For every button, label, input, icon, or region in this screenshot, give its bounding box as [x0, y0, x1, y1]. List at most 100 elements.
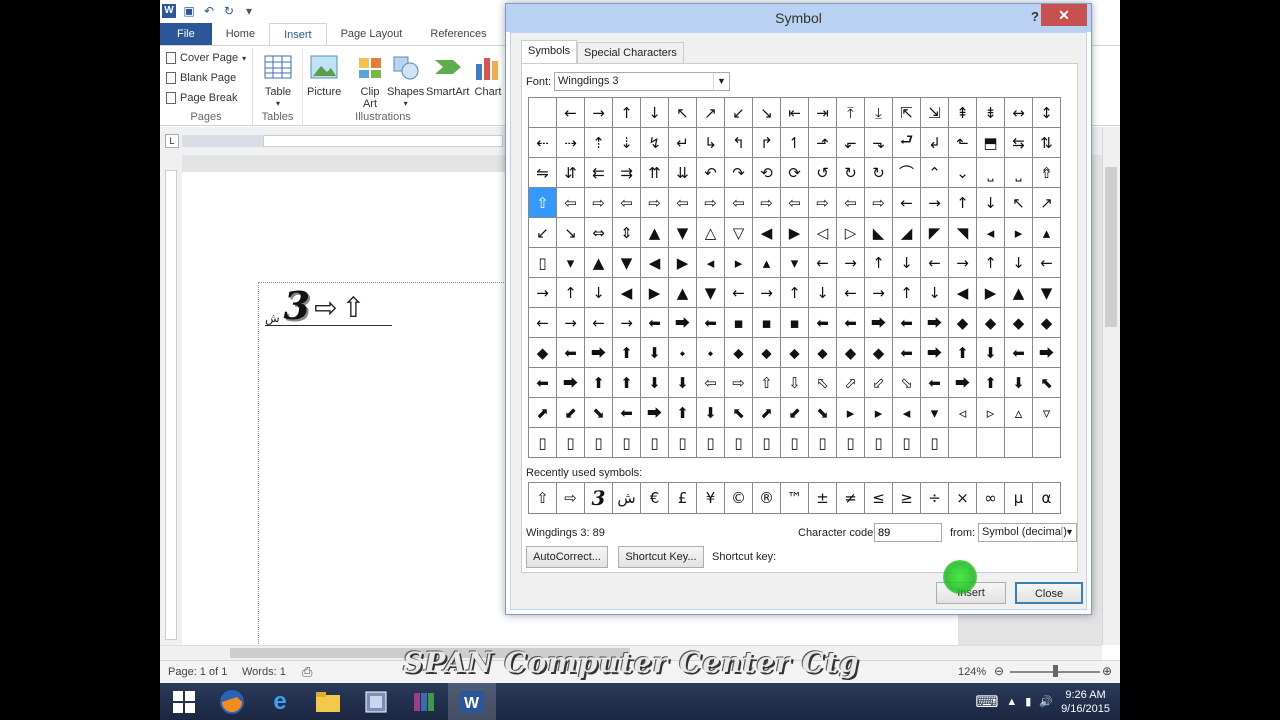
symbol-cell[interactable]: ← [837, 278, 865, 308]
tab-file[interactable]: File [160, 23, 212, 45]
symbol-cell[interactable]: ⮕ [557, 368, 585, 398]
symbol-cell[interactable]: ⇨ [697, 188, 725, 218]
symbol-cell[interactable]: ⇨ [725, 368, 753, 398]
symbol-cell[interactable]: ⬩ [669, 338, 697, 368]
symbol-cell[interactable]: ⬆ [669, 398, 697, 428]
shapes-button[interactable]: Shapes ▾ [387, 52, 424, 110]
symbol-cell[interactable]: ▸ [837, 398, 865, 428]
symbol-cell[interactable]: ⮕ [949, 368, 977, 398]
symbol-cell[interactable]: ▯ [921, 428, 949, 458]
symbol-cell[interactable]: → [865, 278, 893, 308]
symbol-cell[interactable]: ▯ [529, 428, 557, 458]
symbol-cell[interactable]: ◣ [865, 218, 893, 248]
tab-insert[interactable]: Insert [269, 23, 327, 45]
symbol-cell[interactable]: ▯ [837, 428, 865, 458]
symbol-cell[interactable]: ⮕ [921, 308, 949, 338]
symbol-cell[interactable]: ⇨ [585, 188, 613, 218]
symbol-cell[interactable]: ▼ [1033, 278, 1061, 308]
symbol-cell[interactable]: ↓ [641, 98, 669, 128]
symbol-cell[interactable]: ⬋ [781, 398, 809, 428]
symbol-cell[interactable]: ⇣ [613, 128, 641, 158]
symbol-cell[interactable]: ← [557, 98, 585, 128]
symbol-cell[interactable]: ↙ [725, 98, 753, 128]
symbol-cell[interactable]: ⬈ [753, 398, 781, 428]
recent-symbol-cell[interactable]: ⇨ [557, 483, 585, 514]
symbol-cell[interactable]: ▯ [697, 428, 725, 458]
symbol-cell[interactable]: ◁ [809, 218, 837, 248]
symbol-cell[interactable]: ⬈ [529, 398, 557, 428]
symbol-cell[interactable]: ⮕ [585, 338, 613, 368]
recent-symbol-cell[interactable]: 3 [585, 483, 613, 514]
symbol-cell[interactable]: ⌃ [921, 158, 949, 188]
symbol-cell[interactable]: ⎵ [1005, 158, 1033, 188]
recent-symbol-cell[interactable]: α [1033, 483, 1061, 514]
customize-icon[interactable]: ▾ [242, 4, 256, 18]
recent-symbol-cell[interactable]: ≥ [893, 483, 921, 514]
symbol-cell[interactable]: ↵ [669, 128, 697, 158]
clock[interactable]: 9:26 AM 9/16/2015 [1061, 688, 1110, 716]
symbol-cell[interactable]: ⬃ [865, 368, 893, 398]
recent-symbol-cell[interactable]: ± [809, 483, 837, 514]
symbol-cell[interactable]: ↳ [697, 128, 725, 158]
symbol-cell[interactable]: ↗ [1033, 188, 1061, 218]
symbol-cell[interactable]: ⬇ [641, 338, 669, 368]
symbol-cell[interactable]: ⬅ [921, 368, 949, 398]
symbol-cell[interactable]: ↻ [865, 158, 893, 188]
symbol-cell[interactable]: ↑ [781, 278, 809, 308]
symbol-cell[interactable]: ⇨ [641, 188, 669, 218]
symbol-cell[interactable]: ⬎ [865, 128, 893, 158]
proofing-icon[interactable]: ⎙ [302, 664, 312, 680]
symbol-cell[interactable]: ▴ [753, 248, 781, 278]
symbol-cell[interactable]: ↲ [921, 128, 949, 158]
symbol-cell[interactable]: ↶ [697, 158, 725, 188]
symbol-cell[interactable]: ↑ [949, 188, 977, 218]
symbol-cell[interactable]: ⬇ [669, 368, 697, 398]
symbol-cell[interactable]: ⬐ [837, 128, 865, 158]
symbol-cell[interactable]: ⇇ [585, 158, 613, 188]
symbol-cell[interactable]: ⮐ [893, 128, 921, 158]
symbol-cell[interactable]: ◀ [949, 278, 977, 308]
symbol-cell[interactable]: ↑ [613, 98, 641, 128]
symbol-cell[interactable]: ⬇ [977, 338, 1005, 368]
symbol-cell[interactable]: ▯ [893, 428, 921, 458]
symbol-cell[interactable]: ⇲ [921, 98, 949, 128]
symbol-cell[interactable]: ▲ [669, 278, 697, 308]
symbol-cell[interactable]: ▸ [865, 398, 893, 428]
symbol-cell[interactable]: ⬊ [809, 398, 837, 428]
recent-symbol-cell[interactable]: ® [753, 483, 781, 514]
zoom-slider-thumb[interactable] [1053, 665, 1058, 677]
symbol-cell[interactable]: ▪ [753, 308, 781, 338]
symbol-cell[interactable]: ⮕ [669, 308, 697, 338]
symbol-cell[interactable]: ↘ [753, 98, 781, 128]
symbol-cell[interactable]: ⬉ [1033, 368, 1061, 398]
symbol-cell[interactable]: ▶ [977, 278, 1005, 308]
symbol-cell[interactable]: ⬅ [529, 368, 557, 398]
chart-button[interactable]: Chart [473, 52, 503, 98]
symbol-cell[interactable]: ⬆ [949, 338, 977, 368]
symbol-cell[interactable]: ⎵ [977, 158, 1005, 188]
symbol-cell[interactable]: ⇆ [1005, 128, 1033, 158]
symbol-cell[interactable]: ⇅ [1033, 128, 1061, 158]
symbol-cell[interactable]: ↺ [809, 158, 837, 188]
symbol-cell[interactable]: ⬆ [613, 368, 641, 398]
symbol-cell[interactable]: ▯ [669, 428, 697, 458]
symbol-cell[interactable]: ⮕ [1033, 338, 1061, 368]
symbol-cell[interactable]: ⇟ [977, 98, 1005, 128]
recent-symbol-cell[interactable]: ≠ [837, 483, 865, 514]
recent-symbol-cell[interactable]: ¥ [697, 483, 725, 514]
symbol-cell[interactable]: ↓ [585, 278, 613, 308]
page-count[interactable]: Page: 1 of 1 [168, 666, 227, 678]
symbol-cell[interactable]: ⬥ [725, 338, 753, 368]
from-select[interactable]: Symbol (decimal) ▼ [978, 523, 1077, 542]
symbol-cell[interactable]: ⬅ [641, 308, 669, 338]
save-icon[interactable]: ▣ [182, 4, 196, 18]
symbol-cell[interactable]: ◆ [1033, 308, 1061, 338]
keyboard-icon[interactable]: ⌨ [975, 692, 998, 712]
symbol-cell[interactable]: ▵ [1005, 398, 1033, 428]
symbol-cell[interactable]: ▶ [781, 218, 809, 248]
symbol-cell[interactable]: ⇱ [893, 98, 921, 128]
symbol-cell[interactable]: ⤒ [837, 98, 865, 128]
recent-symbol-cell[interactable]: ش [613, 483, 641, 514]
symbol-cell[interactable]: ▯ [641, 428, 669, 458]
symbol-cell[interactable]: ▾ [557, 248, 585, 278]
